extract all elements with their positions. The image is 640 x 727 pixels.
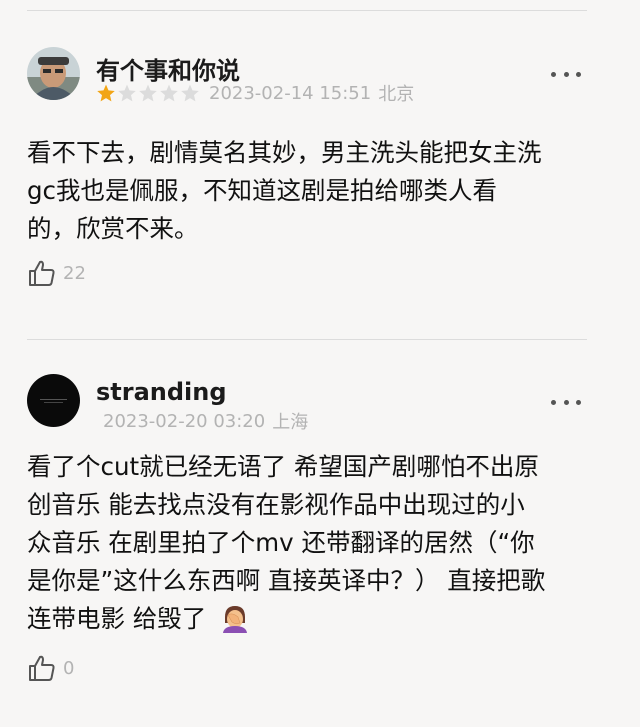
avatar[interactable] xyxy=(27,47,80,100)
more-options-icon[interactable] xyxy=(551,396,581,408)
facepalm-emoji xyxy=(223,606,248,633)
review-text-line: 众音乐 在剧里拍了个mv 还带翻译的居然（“你 xyxy=(27,528,535,557)
review-text-line: 看了个cut就已经无语了 希望国产剧哪怕不出原 xyxy=(27,452,539,481)
review-text-line: 的，欣赏不来。 xyxy=(27,214,199,243)
review-location: 上海 xyxy=(272,412,309,433)
thumbs-up-icon xyxy=(29,260,55,286)
star-icon xyxy=(118,84,136,102)
review-divider xyxy=(27,339,587,340)
like-count: 0 xyxy=(63,657,75,679)
review-meta: 2023-02-14 15:51 北京 xyxy=(96,80,414,106)
review-text-line: 创音乐 能去找点没有在影视作品中出现过的小 xyxy=(27,490,525,519)
star-icon xyxy=(139,84,157,102)
avatar[interactable] xyxy=(27,374,80,427)
star-icon xyxy=(181,84,199,102)
review-date: 2023-02-20 03:20 xyxy=(103,410,266,432)
review-text: 看不下去，剧情莫名其妙，男主洗头能把女主洗 gc我也是佩服，不知道这剧是拍给哪类… xyxy=(27,134,597,248)
like-button[interactable]: 22 xyxy=(27,258,86,288)
star-icon xyxy=(160,84,178,102)
star-icon xyxy=(97,84,115,102)
like-button[interactable]: 0 xyxy=(27,653,74,683)
thumbs-up-icon xyxy=(29,655,55,681)
review-meta: 2023-02-20 03:20 上海 xyxy=(103,408,308,434)
review-text-line: 是你是”这什么东西啊 直接英译中？） 直接把歌 xyxy=(27,566,546,595)
username[interactable]: stranding xyxy=(96,378,227,406)
review-text-line: gc我也是佩服，不知道这剧是拍给哪类人看 xyxy=(27,176,498,205)
review-text-line: 连带电影 给毁了 xyxy=(27,600,597,638)
review-date: 2023-02-14 15:51 xyxy=(209,82,372,104)
like-count: 22 xyxy=(63,262,86,284)
star-rating xyxy=(96,83,201,103)
review-text-line: 看不下去，剧情莫名其妙，男主洗头能把女主洗 xyxy=(27,138,542,167)
review-text: 看了个cut就已经无语了 希望国产剧哪怕不出原 创音乐 能去找点没有在影视作品中… xyxy=(27,448,597,638)
more-options-icon[interactable] xyxy=(551,68,581,80)
review-text-line-content: 连带电影 给毁了 xyxy=(27,604,207,633)
top-divider xyxy=(27,10,587,11)
review-location: 北京 xyxy=(378,84,415,105)
